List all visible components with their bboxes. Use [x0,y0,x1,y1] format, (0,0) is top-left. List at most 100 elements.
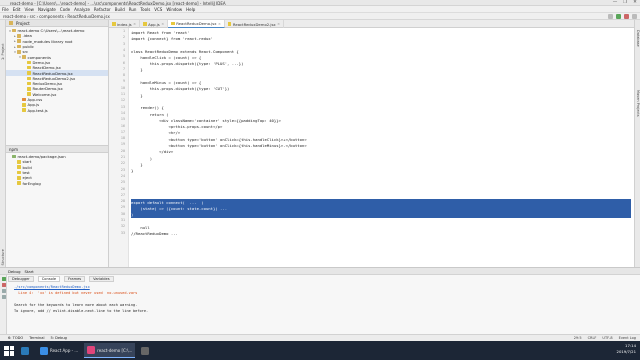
tree-node[interactable]: App.test.js [6,107,108,113]
menu-item-view[interactable]: View [24,7,34,12]
line-number: 28 [120,199,125,204]
search-icon[interactable] [632,13,637,19]
editor-tab-label: App.js [148,21,160,27]
status-right: 29:5 CRLF UTF-8 Event Log [574,336,636,340]
app-icon [87,346,96,354]
file-icon [17,181,21,185]
debug-tab[interactable]: Variables [89,275,114,282]
tree-node-label: components [27,54,51,60]
menu-item-tools[interactable]: Tools [140,7,150,12]
tree-node-label: ReduxDemo.jsx [32,81,63,87]
status-item[interactable]: Terminal [29,336,44,340]
console-text[interactable]: ./src/components/ReactReduxDemo.jsx [14,285,90,289]
resume-icon[interactable] [1,277,6,281]
project-panel-title[interactable]: Project [16,21,30,26]
start-config-label[interactable]: Start [25,269,34,274]
code-area[interactable]: import React from 'react' import {connect… [131,29,631,237]
tree-node-label: node_modules library root [22,38,73,44]
debug-icon[interactable] [624,13,629,19]
menu-item-vcs[interactable]: VCS [154,7,162,12]
project-tool-label[interactable]: 1: Project [1,44,5,61]
line-number: 2 [122,35,125,40]
debug-tab[interactable]: Debugger [8,275,34,282]
taskbar-app[interactable] [138,343,154,358]
console-output[interactable]: ./src/components/ReactReduxDemo.jsx Line… [14,284,634,314]
menu-item-analyze[interactable]: Analyze [74,7,90,12]
status-item[interactable]: 6: TODO [8,336,23,340]
menu-item-help[interactable]: Help [186,7,195,12]
settings-icon[interactable] [1,295,6,299]
menu-item-run[interactable]: Run [129,7,137,12]
code-editor[interactable]: index.js × App.js × ReactReduxDemo.jsx × React… [109,20,634,267]
editor-tab[interactable]: ReactReduxDemo2.jsx × [225,20,285,28]
close-icon[interactable]: × [277,22,280,26]
breadcrumb-item[interactable]: ReactReduxDemo.jsx [67,14,109,19]
file-icon [12,154,16,159]
folder-icon [22,55,26,59]
editor-tab[interactable]: App.js × [140,20,169,28]
npm-panel-title[interactable]: npm [9,147,18,152]
menu-item-code[interactable]: Code [60,7,70,12]
file-icon [17,165,21,169]
line-number: 23 [120,167,125,172]
taskbar-app[interactable]: react-demo [C:\... [84,343,136,358]
app-icon [40,346,48,355]
close-icon[interactable]: × [161,22,164,26]
status-right-item[interactable]: Event Log [619,336,636,340]
tree-node-label: Demo.jsx [32,59,51,65]
menu-item-window[interactable]: Window [166,7,182,12]
run-icon[interactable] [616,13,621,19]
breadcrumb-item[interactable]: components [39,14,64,19]
menu-item-build[interactable]: Build [115,7,125,12]
folder-icon [17,39,21,43]
debug-side-toolbar [0,275,7,335]
line-number: 25 [120,180,125,185]
tree-node[interactable]: forEnglog [6,180,108,186]
tree-node-label: react-demo/package.json [17,154,66,160]
database-tool-label[interactable]: Database [636,30,640,47]
status-item[interactable]: 5: Debug [50,336,66,340]
tree-node-label: build [22,164,32,170]
console-text: To ignore, add // eslint-disable-next-li… [14,309,149,313]
status-right-item[interactable]: UTF-8 [602,336,612,340]
editor-tab[interactable]: index.js × [109,20,141,28]
debug-label[interactable]: Debug [8,269,21,274]
windows-start-icon[interactable] [3,345,15,357]
maven-tool-label[interactable]: Maven Projects [636,90,640,117]
file-icon [27,65,31,70]
line-number: 18 [120,136,125,141]
menu-item-edit[interactable]: Edit [13,7,21,12]
editor-tab-label: index.js [117,21,132,27]
close-icon[interactable]: × [218,22,221,26]
file-icon [22,97,26,102]
status-right-item[interactable]: CRLF [588,336,597,340]
tree-node-label: forEnglog [22,180,41,186]
close-icon[interactable]: × [133,22,136,26]
file-icon [27,76,31,81]
run-config-icon[interactable] [608,13,613,19]
breadcrumb: react-demo › src › components › ReactReduxDemo… [3,14,110,19]
system-tray-clock[interactable]: 17:14 2019/7/21 [617,343,636,354]
code-line[interactable]: //ReactReduxDemo ... [131,231,631,237]
stop-icon[interactable] [1,283,6,287]
line-number: 10 [120,85,125,90]
os-taskbar: React App - ... react-demo [C:\... 17:14 … [0,341,640,360]
menu-item-file[interactable]: File [2,7,9,12]
tree-node-label: test [22,170,30,176]
breadcrumb-item[interactable]: src [30,14,36,19]
breadcrumb-item[interactable]: react-demo [3,14,26,19]
taskbar-app[interactable] [18,343,34,358]
line-number: 33 [120,230,125,235]
menu-item-refactor[interactable]: Refactor [94,7,111,12]
editor-tab[interactable]: ReactReduxDemo.jsx × [168,20,225,28]
status-right-item[interactable]: 29:5 [574,336,582,340]
taskbar-app[interactable]: React App - ... [37,343,81,358]
pause-icon[interactable] [1,289,6,293]
line-number: 4 [122,47,125,52]
folder-icon [9,21,13,25]
line-number: 31 [120,218,125,222]
debug-tab[interactable]: Console [37,275,61,282]
line-number: 17 [120,129,125,134]
debug-tab[interactable]: Frames [64,275,86,282]
menu-item-navigate[interactable]: Navigate [38,7,56,12]
